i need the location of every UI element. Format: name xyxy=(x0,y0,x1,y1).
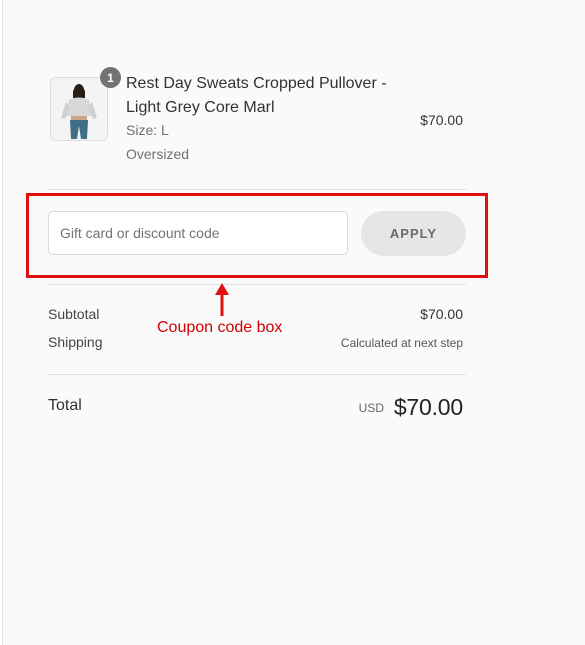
quantity-badge: 1 xyxy=(100,67,121,88)
subtotal-value: $70.00 xyxy=(420,306,463,322)
coupon-highlight-box xyxy=(26,193,488,278)
shipping-label: Shipping xyxy=(48,334,103,350)
divider xyxy=(47,374,466,375)
currency-code: USD xyxy=(358,401,384,415)
total-amount: $70.00 xyxy=(393,394,463,420)
product-size: Size: L xyxy=(126,122,169,138)
product-thumbnail: 1 xyxy=(50,67,121,141)
total-label: Total xyxy=(48,397,82,414)
product-price: $70.00 xyxy=(420,112,463,128)
product-photo-icon xyxy=(50,77,108,141)
annotation-label: Coupon code box xyxy=(157,319,283,336)
shipping-value: Calculated at next step xyxy=(340,336,463,350)
product-name: Rest Day Sweats Cropped Pullover - Light… xyxy=(126,75,387,116)
subtotal-label: Subtotal xyxy=(48,306,100,322)
product-fit: Oversized xyxy=(126,146,190,162)
divider xyxy=(47,189,466,190)
divider xyxy=(47,284,466,285)
annotation-arrow-icon xyxy=(215,283,229,316)
order-summary-panel: 1 Rest Day Sweats Cropped Pullover - Lig… xyxy=(2,0,585,645)
